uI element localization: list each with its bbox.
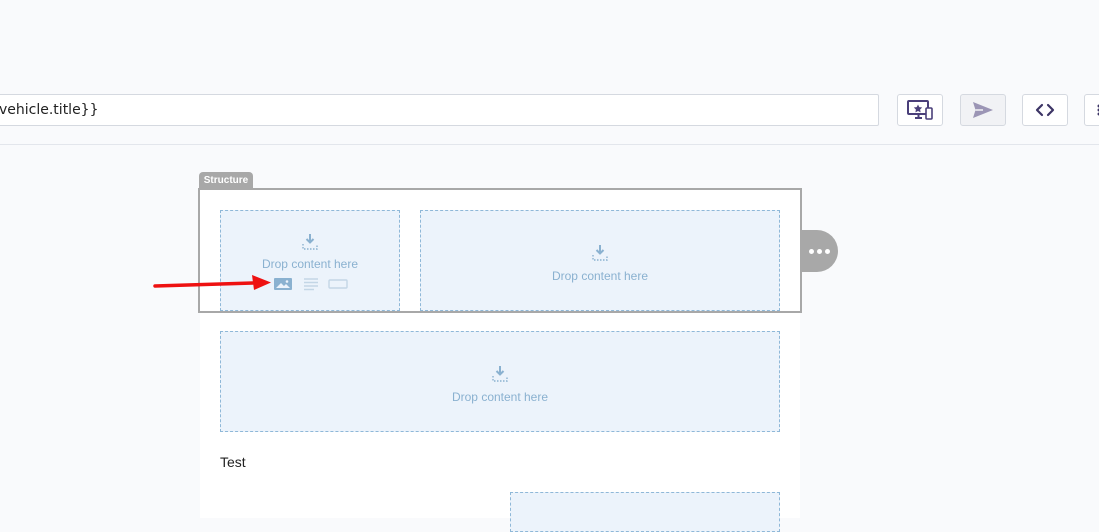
send-icon <box>971 100 995 120</box>
dot <box>825 249 830 254</box>
code-view-button[interactable] <box>1022 94 1068 126</box>
text-block[interactable]: Test <box>220 454 246 470</box>
drop-zone-label: Drop content here <box>221 390 779 404</box>
download-icon <box>490 365 510 383</box>
download-icon <box>590 244 610 262</box>
image-icon[interactable] <box>272 276 294 292</box>
drop-zone-column-2[interactable]: Drop content here <box>420 210 780 311</box>
subject-input[interactable] <box>0 94 879 126</box>
text-icon[interactable] <box>300 276 322 292</box>
drop-zone-full-width[interactable]: Drop content here <box>220 331 780 432</box>
dot <box>809 249 814 254</box>
drop-zone-label: Drop content here <box>221 257 399 271</box>
download-icon <box>300 233 320 251</box>
more-toolbar-button[interactable] <box>1084 94 1099 126</box>
button-icon[interactable] <box>327 276 349 292</box>
desktop-mobile-preview-icon <box>907 100 933 120</box>
structure-tag[interactable]: Structure <box>199 172 253 189</box>
more-icon <box>1095 103 1099 117</box>
drop-zone-label: Drop content here <box>421 269 779 283</box>
annotation-arrow-icon <box>153 272 273 296</box>
preview-button[interactable] <box>897 94 943 126</box>
dot <box>817 249 822 254</box>
top-toolbar <box>0 0 1099 145</box>
drop-zone-bottom[interactable] <box>510 492 780 532</box>
send-test-button[interactable] <box>960 94 1006 126</box>
code-icon <box>1034 102 1056 118</box>
